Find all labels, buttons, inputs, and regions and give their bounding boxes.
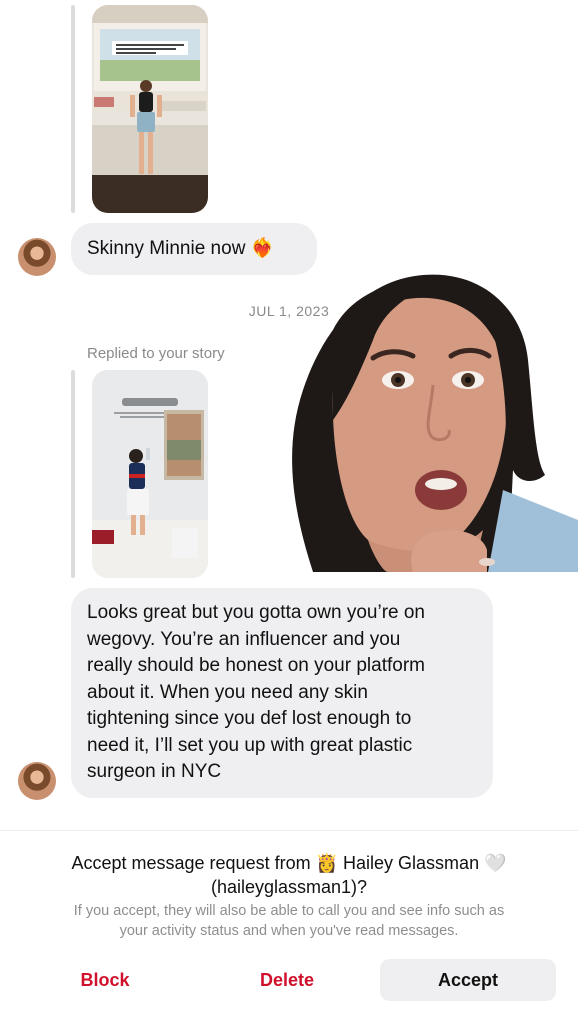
message-thread[interactable]: Skinny Minnie now ❤️‍🔥 JUL 1, 2023 Repli… <box>0 0 578 830</box>
delete-button[interactable]: Delete <box>222 959 352 1001</box>
request-title-prefix: Accept message request from <box>71 853 311 873</box>
subtitle-line: If you accept, they will also be able to… <box>73 903 505 919</box>
request-subtitle: If you accept, they will also be able to… <box>25 901 553 941</box>
story-image <box>92 5 208 213</box>
message-line: need it, I’ll set you up with great plas… <box>87 734 413 756</box>
message-line: about it. When you need any skin <box>87 681 368 703</box>
subtitle-line: your activity status and when you've rea… <box>119 923 459 939</box>
story-reply-line <box>71 370 75 578</box>
avatar[interactable] <box>18 238 56 276</box>
replied-to-story-label: Replied to your story <box>87 345 225 362</box>
heart-emoji: 🤍 <box>484 853 507 873</box>
message-bubble[interactable]: Skinny Minnie now ❤️‍🔥 <box>71 223 317 275</box>
request-title: Accept message request from 👸 Hailey Gla… <box>30 851 548 899</box>
message-text: Skinny Minnie now ❤️‍🔥 <box>87 238 275 259</box>
block-button[interactable]: Block <box>40 959 170 1001</box>
message-bubble[interactable]: Looks great but you gotta own you’re on … <box>71 588 493 798</box>
avatar[interactable] <box>18 762 56 800</box>
message-request-panel: Accept message request from 👸 Hailey Gla… <box>0 830 578 1024</box>
story-thumbnail[interactable] <box>92 370 208 578</box>
message-line: surgeon in NYC <box>87 761 222 782</box>
message-line: Looks great but you gotta own you’re on <box>87 602 426 623</box>
user-emoji: 👸 <box>315 853 339 873</box>
message-line: tightening since you def lost enough to <box>87 708 412 729</box>
story-thumbnail[interactable] <box>92 5 208 213</box>
accept-button[interactable]: Accept <box>380 959 556 1001</box>
reaction-overlay-image <box>273 270 578 572</box>
story-reply-line <box>71 5 75 213</box>
requester-name: Hailey Glassman <box>343 853 480 873</box>
story-image <box>92 370 208 578</box>
message-line: really should be honest on your platform <box>87 655 425 676</box>
requester-handle: (haileyglassman1)? <box>210 877 368 897</box>
message-line: wegovy. You’re an influencer and you <box>87 628 401 650</box>
